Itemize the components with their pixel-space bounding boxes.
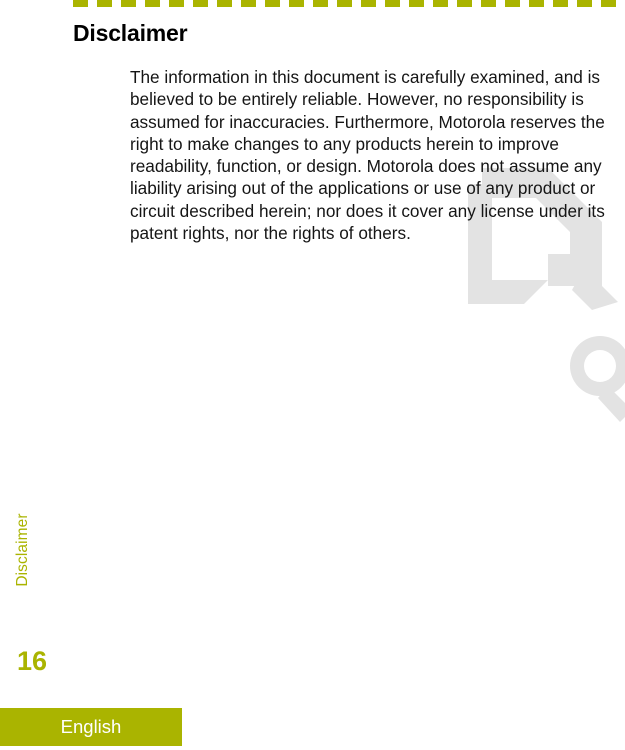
- logo-ring-watermark-icon: [570, 336, 625, 422]
- page-title: Disclaimer: [73, 20, 188, 46]
- language-band: English: [0, 708, 182, 746]
- document-page: Disclaimer The information in this docum…: [0, 0, 625, 750]
- top-dashed-rule: [73, 0, 625, 7]
- sidebar-chapter-tab: Disclaimer: [0, 495, 46, 605]
- sidebar-chapter-label: Disclaimer: [14, 513, 31, 587]
- page-number: 16: [17, 646, 48, 676]
- disclaimer-paragraph: The information in this document is care…: [130, 67, 605, 244]
- language-label: English: [60, 716, 122, 737]
